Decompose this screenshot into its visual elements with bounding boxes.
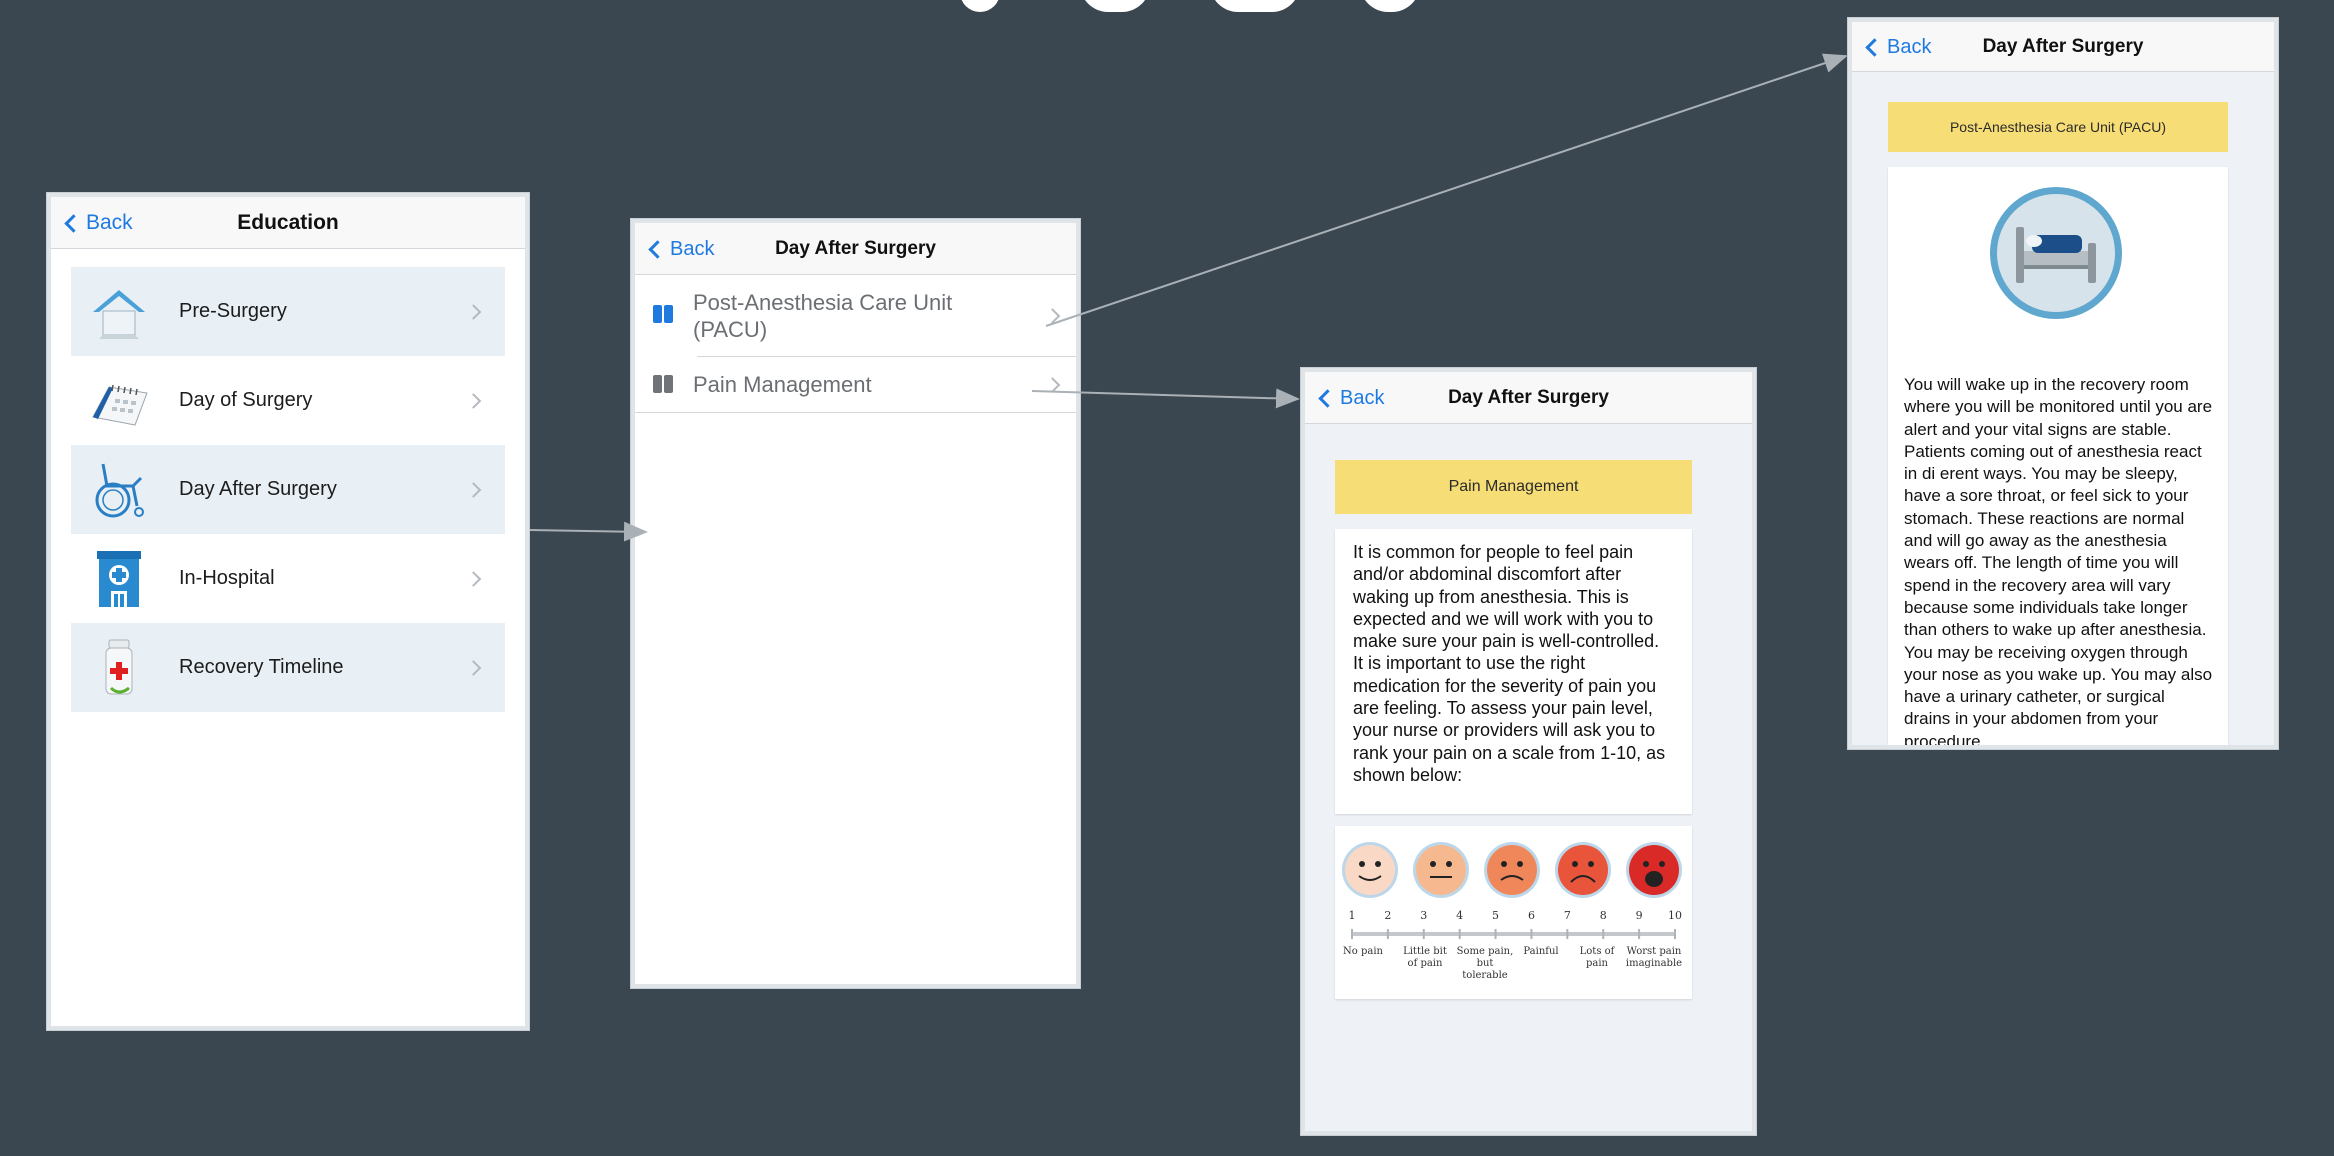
connector-arrows xyxy=(529,53,1848,542)
arrow-to-pacu xyxy=(1045,53,1848,327)
arrow-to-pain-management xyxy=(1031,388,1300,409)
arrow-to-day-after-surgery xyxy=(529,521,648,542)
